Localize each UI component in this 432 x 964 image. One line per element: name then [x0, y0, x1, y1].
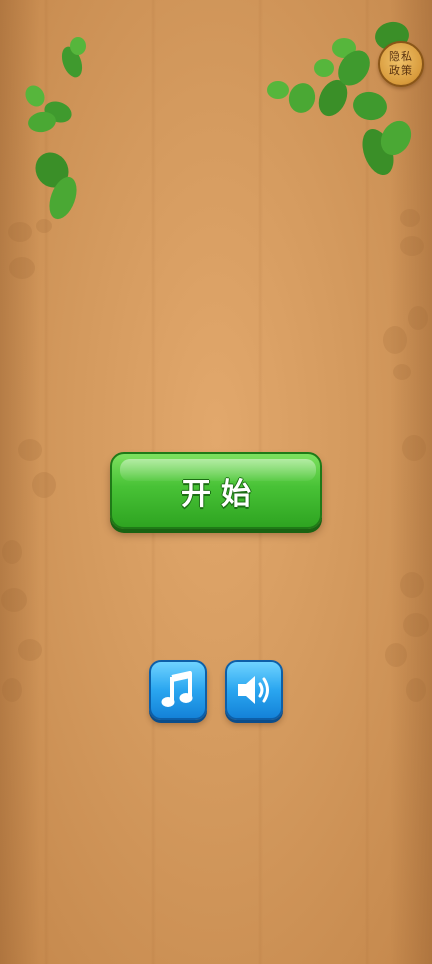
game-start-screen: 隐私政策 开始 [0, 0, 432, 964]
leaves-top-left [25, 37, 86, 220]
speaker-icon [238, 676, 269, 704]
sound-toggle-button[interactable] [225, 660, 283, 720]
privacy-policy-button[interactable]: 隐私政策 [378, 41, 424, 87]
music-note-icon [161, 671, 193, 707]
start-button[interactable]: 开始 [110, 452, 322, 529]
start-button-label: 开始 [181, 476, 261, 512]
privacy-policy-label: 隐私政策 [389, 50, 413, 77]
music-toggle-button[interactable] [149, 660, 207, 720]
